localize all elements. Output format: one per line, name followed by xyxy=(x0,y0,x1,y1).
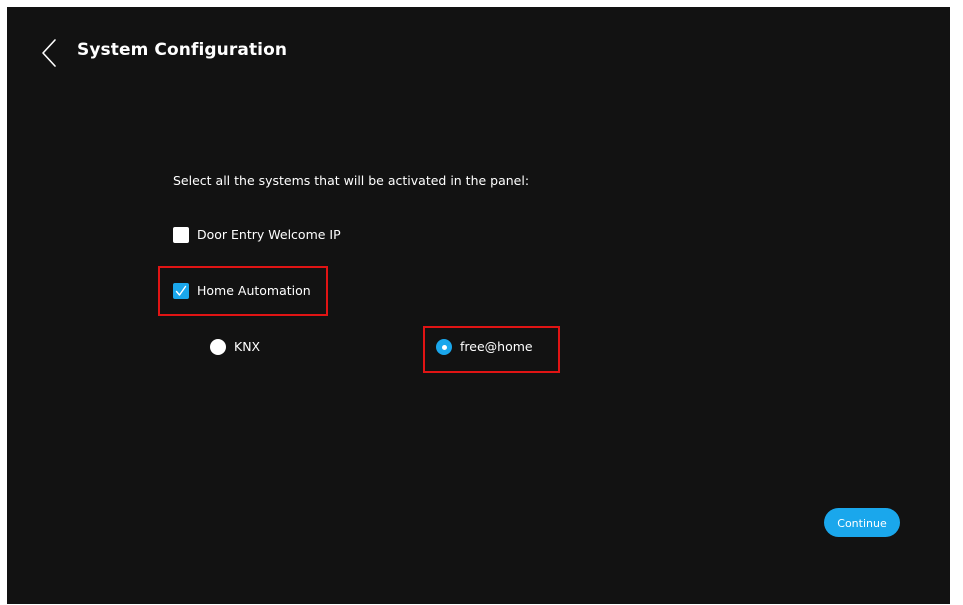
door-entry-option[interactable]: Door Entry Welcome IP xyxy=(173,226,341,244)
system-configuration-screen: System Configuration Select all the syst… xyxy=(7,7,950,604)
knx-label: KNX xyxy=(234,339,261,354)
instruction-text: Select all the systems that will be acti… xyxy=(173,173,530,188)
chevron-left-icon[interactable] xyxy=(41,38,57,68)
checkmark-icon xyxy=(175,285,187,296)
home-automation-checkbox[interactable] xyxy=(173,283,189,299)
door-entry-label: Door Entry Welcome IP xyxy=(197,227,341,242)
radio-selected-dot xyxy=(441,344,447,350)
home-automation-option[interactable]: Home Automation xyxy=(173,282,311,300)
home-automation-label: Home Automation xyxy=(197,283,311,298)
free-at-home-option[interactable]: free@home xyxy=(436,338,533,356)
free-at-home-radio[interactable] xyxy=(436,339,452,355)
door-entry-checkbox[interactable] xyxy=(173,227,189,243)
page-title: System Configuration xyxy=(77,40,288,60)
knx-option[interactable]: KNX xyxy=(210,338,260,356)
free-at-home-label: free@home xyxy=(460,339,533,354)
knx-radio[interactable] xyxy=(210,339,226,355)
continue-button[interactable]: Continue xyxy=(824,508,900,537)
